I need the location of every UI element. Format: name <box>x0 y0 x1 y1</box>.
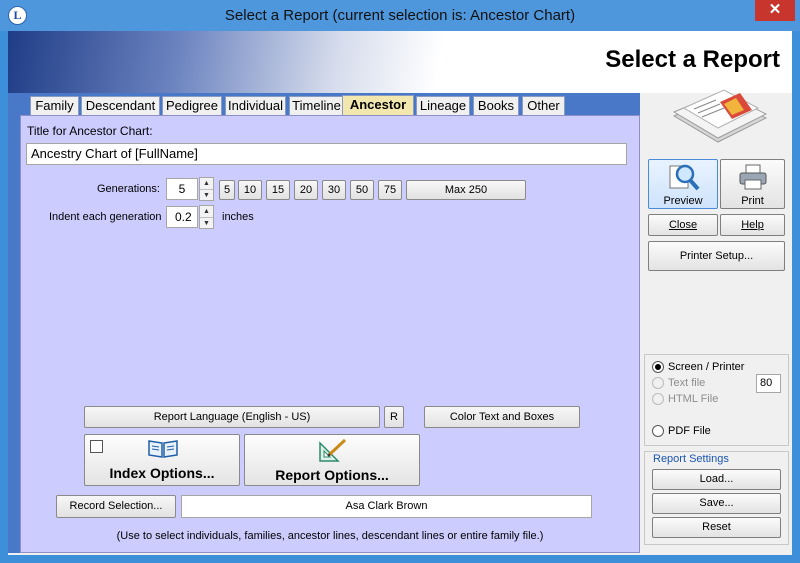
output-html-file-radio[interactable] <box>652 393 664 405</box>
index-options-label: Index Options... <box>109 465 215 481</box>
generations-stepper[interactable]: ▲ ▼ <box>199 177 214 201</box>
generations-preset-50[interactable]: 50 <box>350 180 374 200</box>
generations-preset-30[interactable]: 30 <box>322 180 346 200</box>
tab-books[interactable]: Books <box>473 96 519 115</box>
save-settings-button[interactable]: Save... <box>652 493 781 514</box>
selected-record-field: Asa Clark Brown <box>181 495 592 518</box>
report-settings-title: Report Settings <box>653 453 729 465</box>
generations-preset-75[interactable]: 75 <box>378 180 402 200</box>
report-title-input[interactable]: Ancestry Chart of [FullName] <box>26 143 627 165</box>
preview-button[interactable]: Preview <box>648 159 718 209</box>
close-button[interactable]: Close <box>648 214 718 236</box>
banner-title: Select a Report <box>605 46 780 73</box>
tab-descendant[interactable]: Descendant <box>81 96 160 115</box>
printer-setup-button[interactable]: Printer Setup... <box>648 241 785 271</box>
help-button[interactable]: Help <box>720 214 785 236</box>
output-html-file-label: HTML File <box>668 393 719 405</box>
drafting-tools-icon <box>319 438 347 462</box>
tab-individual[interactable]: Individual <box>225 96 286 115</box>
record-selection-button[interactable]: Record Selection... <box>56 495 176 518</box>
tab-other[interactable]: Other <box>522 96 565 115</box>
output-pdf-file-radio[interactable] <box>652 425 664 437</box>
indent-unit-label: inches <box>222 211 254 223</box>
report-options-button[interactable]: Report Options... <box>244 434 420 486</box>
generations-preset-5[interactable]: 5 <box>219 180 235 200</box>
tab-ancestor[interactable]: Ancestor <box>342 95 414 116</box>
report-options-label: Report Options... <box>275 467 389 483</box>
include-index-checkbox[interactable] <box>90 440 103 453</box>
generations-label: Generations: <box>97 183 160 195</box>
generations-input[interactable]: 5 <box>166 178 198 200</box>
print-label: Print <box>741 195 764 207</box>
load-settings-button[interactable]: Load... <box>652 469 781 490</box>
output-screen-printer-label: Screen / Printer <box>668 361 745 373</box>
indent-input[interactable]: 0.2 <box>166 206 198 228</box>
preview-label: Preview <box>663 195 703 207</box>
spin-down-icon[interactable]: ▼ <box>200 217 213 228</box>
tab-family[interactable]: Family <box>30 96 79 115</box>
reset-settings-button[interactable]: Reset <box>652 517 781 538</box>
print-button[interactable]: Print <box>720 159 785 209</box>
tab-pedigree[interactable]: Pedigree <box>162 96 222 115</box>
tab-lineage[interactable]: Lineage <box>416 96 470 115</box>
report-pages-icon <box>672 89 768 143</box>
output-text-file-radio[interactable] <box>652 377 664 389</box>
text-width-input[interactable]: 80 <box>756 374 781 393</box>
title-label: Title for Ancestor Chart: <box>27 124 153 138</box>
indent-stepper[interactable]: ▲ ▼ <box>199 205 214 229</box>
printer-icon <box>739 164 767 190</box>
spin-up-icon[interactable]: ▲ <box>200 178 213 189</box>
tab-timeline[interactable]: Timeline <box>289 96 344 115</box>
output-pdf-file-label: PDF File <box>668 425 711 437</box>
record-selection-hint: (Use to select individuals, families, an… <box>116 530 544 542</box>
window-close-button[interactable]: ✕ <box>755 0 795 21</box>
spin-up-icon[interactable]: ▲ <box>200 206 213 217</box>
spin-down-icon[interactable]: ▼ <box>200 189 213 200</box>
report-language-button[interactable]: Report Language (English - US) <box>84 406 380 428</box>
generations-max-button[interactable]: Max 250 <box>406 180 526 200</box>
generations-preset-15[interactable]: 15 <box>266 180 290 200</box>
indent-label: Indent each generation <box>49 211 162 223</box>
color-text-boxes-button[interactable]: Color Text and Boxes <box>424 406 580 428</box>
report-language-r-button[interactable]: R <box>384 406 404 428</box>
window-title: Select a Report (current selection is: A… <box>224 7 576 24</box>
index-options-button[interactable]: Index Options... <box>84 434 240 486</box>
generations-preset-20[interactable]: 20 <box>294 180 318 200</box>
output-screen-printer-radio[interactable] <box>652 361 664 373</box>
magnifier-icon <box>669 164 700 191</box>
output-text-file-label: Text file <box>668 377 706 389</box>
generations-preset-10[interactable]: 10 <box>238 180 262 200</box>
book-icon <box>148 440 178 458</box>
